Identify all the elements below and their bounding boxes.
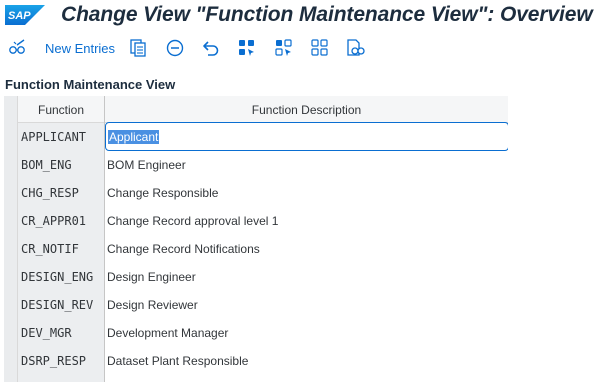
page-title: Change View "Function Maintenance View":… xyxy=(61,3,593,26)
column-header-function[interactable]: Function xyxy=(18,96,105,123)
copy-button[interactable] xyxy=(126,36,150,60)
new-entries-button[interactable]: New Entries xyxy=(44,36,116,60)
description-input[interactable]: Design Engineer xyxy=(105,263,508,291)
sap-logo-text: SAP xyxy=(8,10,31,22)
row-selector-column[interactable] xyxy=(4,96,18,382)
table-right-area xyxy=(508,96,595,382)
select-all-icon xyxy=(239,40,254,56)
choose-detail-button[interactable] xyxy=(344,36,368,60)
copy-icon xyxy=(130,39,146,57)
description-input[interactable]: Applicant xyxy=(105,122,509,151)
description-input[interactable] xyxy=(105,375,508,382)
table-row[interactable]: CR_NOTIF Change Record Notifications xyxy=(18,235,508,263)
table-header: Function Function Description xyxy=(18,96,508,123)
title-bar: SAP Change View "Function Maintenance Vi… xyxy=(0,0,595,32)
select-block-button[interactable] xyxy=(272,36,296,60)
delete-icon xyxy=(166,39,184,57)
deselect-all-icon xyxy=(311,39,328,56)
function-cell xyxy=(18,375,105,382)
delete-button[interactable] xyxy=(163,36,187,60)
table-row[interactable] xyxy=(18,375,508,382)
description-input[interactable]: Development Manager xyxy=(105,319,508,347)
table-row[interactable]: APPLICANT Applicant xyxy=(18,122,509,151)
undo-icon xyxy=(203,41,219,56)
table-row[interactable]: BOM_ENG BOM Engineer xyxy=(18,151,508,179)
table-row[interactable]: DEV_MGR Development Manager xyxy=(18,319,508,347)
sap-logo: SAP xyxy=(5,5,45,25)
function-cell: DEV_MGR xyxy=(18,319,105,347)
function-cell: APPLICANT xyxy=(18,123,105,151)
description-input[interactable]: Change Record approval level 1 xyxy=(105,207,508,235)
function-cell: DESIGN_ENG xyxy=(18,263,105,291)
table-row[interactable]: DESIGN_ENG Design Engineer xyxy=(18,263,508,291)
description-input[interactable]: Design Reviewer xyxy=(105,291,508,319)
function-table: Function Function Description APPLICANT … xyxy=(4,96,509,382)
function-cell: DESIGN_REV xyxy=(18,291,105,319)
section-title: Function Maintenance View xyxy=(5,77,176,92)
select-all-button[interactable] xyxy=(235,36,259,60)
display-change-button[interactable] xyxy=(6,36,30,60)
table-row[interactable]: DESIGN_REV Design Reviewer xyxy=(18,291,508,319)
deselect-all-button[interactable] xyxy=(308,36,332,60)
function-cell: DSRP_RESP xyxy=(18,347,105,375)
undo-button[interactable] xyxy=(199,36,223,60)
table-row[interactable]: CR_APPR01 Change Record approval level 1 xyxy=(18,207,508,235)
table-row[interactable]: DSRP_RESP Dataset Plant Responsible xyxy=(18,347,508,375)
description-input[interactable]: BOM Engineer xyxy=(105,151,508,179)
table-row[interactable]: CHG_RESP Change Responsible xyxy=(18,179,508,207)
description-text: Applicant xyxy=(108,129,160,144)
function-cell: CR_NOTIF xyxy=(18,235,105,263)
function-cell: BOM_ENG xyxy=(18,151,105,179)
function-cell: CR_APPR01 xyxy=(18,207,105,235)
new-entries-label: New Entries xyxy=(44,40,116,56)
choose-detail-icon xyxy=(347,39,365,56)
column-header-description[interactable]: Function Description xyxy=(105,96,508,123)
application-toolbar: New Entries xyxy=(0,32,595,66)
function-cell: CHG_RESP xyxy=(18,179,105,207)
select-block-icon xyxy=(275,39,292,56)
description-input[interactable]: Change Responsible xyxy=(105,179,508,207)
description-input[interactable]: Change Record Notifications xyxy=(105,235,508,263)
glasses-pen-icon xyxy=(9,39,25,54)
description-input[interactable]: Dataset Plant Responsible xyxy=(105,347,508,375)
